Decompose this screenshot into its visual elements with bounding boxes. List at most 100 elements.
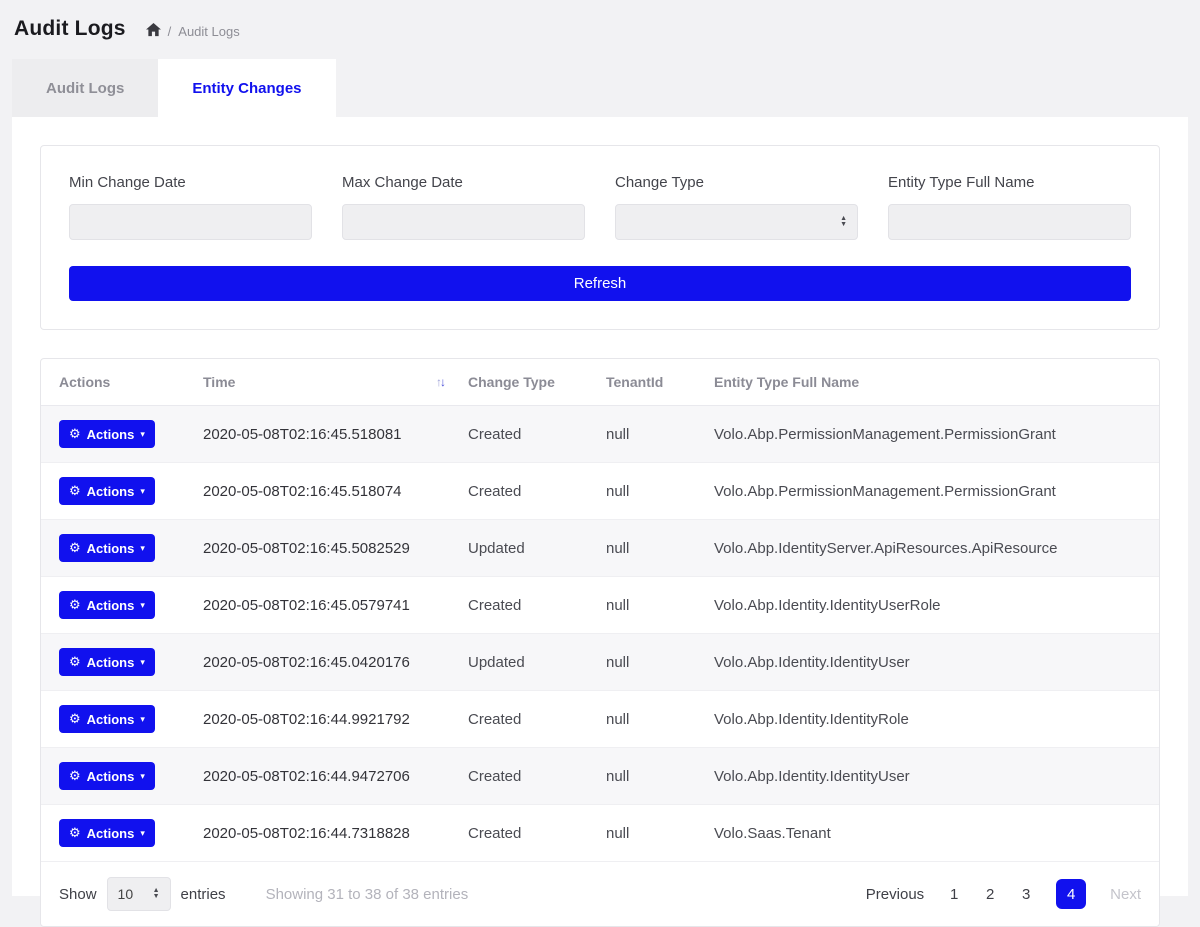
refresh-button[interactable]: Refresh bbox=[69, 266, 1131, 301]
entity-type-input[interactable] bbox=[888, 204, 1131, 240]
header-entity-type: Entity Type Full Name bbox=[702, 359, 1159, 406]
cell-actions: ⚙ Actions ▾ bbox=[41, 634, 191, 691]
caret-down-icon: ▾ bbox=[140, 486, 145, 497]
cell-change-type: Created bbox=[456, 748, 594, 805]
cell-entity-type: Volo.Saas.Tenant bbox=[702, 805, 1159, 862]
cell-actions: ⚙ Actions ▾ bbox=[41, 463, 191, 520]
arrow-down-icon: ▼ bbox=[153, 894, 160, 900]
cell-actions: ⚙ Actions ▾ bbox=[41, 748, 191, 805]
header-change-type: Change Type bbox=[456, 359, 594, 406]
table-header-row: Actions Time ↑↓ Change Type TenantId Ent… bbox=[41, 359, 1159, 406]
row-actions-button[interactable]: ⚙ Actions ▾ bbox=[59, 819, 155, 847]
min-change-date-label: Min Change Date bbox=[69, 174, 312, 191]
table-body: ⚙ Actions ▾ 2020-05-08T02:16:45.518081 C… bbox=[41, 406, 1159, 862]
row-actions-button[interactable]: ⚙ Actions ▾ bbox=[59, 762, 155, 790]
row-actions-label: Actions bbox=[87, 484, 135, 499]
row-actions-label: Actions bbox=[87, 541, 135, 556]
table-row: ⚙ Actions ▾ 2020-05-08T02:16:45.0579741 … bbox=[41, 577, 1159, 634]
show-label: Show bbox=[59, 886, 97, 903]
cell-tenant-id: null bbox=[594, 463, 702, 520]
table-row: ⚙ Actions ▾ 2020-05-08T02:16:45.0420176 … bbox=[41, 634, 1159, 691]
sort-icon[interactable]: ↑↓ bbox=[436, 375, 444, 389]
cell-time: 2020-05-08T02:16:45.5082529 bbox=[191, 520, 456, 577]
cell-actions: ⚙ Actions ▾ bbox=[41, 520, 191, 577]
pagination-page-3[interactable]: 3 bbox=[1020, 886, 1032, 903]
entity-type-label: Entity Type Full Name bbox=[888, 174, 1131, 191]
tab-bar: Audit Logs Entity Changes bbox=[12, 59, 1188, 117]
row-actions-label: Actions bbox=[87, 712, 135, 727]
caret-down-icon: ▾ bbox=[140, 429, 145, 440]
table-row: ⚙ Actions ▾ 2020-05-08T02:16:44.9472706 … bbox=[41, 748, 1159, 805]
cell-tenant-id: null bbox=[594, 805, 702, 862]
table-row: ⚙ Actions ▾ 2020-05-08T02:16:44.9921792 … bbox=[41, 691, 1159, 748]
gear-icon: ⚙ bbox=[69, 825, 81, 841]
change-type-select[interactable]: ▲ ▼ bbox=[615, 204, 858, 240]
cell-time: 2020-05-08T02:16:45.518081 bbox=[191, 406, 456, 463]
gear-icon: ⚙ bbox=[69, 654, 81, 670]
header-time[interactable]: Time ↑↓ bbox=[191, 359, 456, 406]
pagination-next[interactable]: Next bbox=[1110, 886, 1141, 903]
breadcrumb-current: Audit Logs bbox=[178, 24, 239, 39]
cell-time: 2020-05-08T02:16:44.9472706 bbox=[191, 748, 456, 805]
row-actions-button[interactable]: ⚙ Actions ▾ bbox=[59, 705, 155, 733]
select-arrows-icon: ▲ ▼ bbox=[840, 216, 847, 228]
row-actions-button[interactable]: ⚙ Actions ▾ bbox=[59, 591, 155, 619]
main-card: Min Change Date Max Change Date Change T… bbox=[12, 117, 1188, 896]
cell-entity-type: Volo.Abp.Identity.IdentityUser bbox=[702, 634, 1159, 691]
gear-icon: ⚙ bbox=[69, 426, 81, 442]
tab-entity-changes-label: Entity Changes bbox=[192, 80, 301, 97]
cell-tenant-id: null bbox=[594, 691, 702, 748]
select-arrows-icon: ▲ ▼ bbox=[153, 888, 160, 900]
cell-entity-type: Volo.Abp.PermissionManagement.Permission… bbox=[702, 406, 1159, 463]
entries-label: entries bbox=[181, 886, 226, 903]
pagination-page-4[interactable]: 4 bbox=[1056, 879, 1086, 909]
min-change-date-input[interactable] bbox=[69, 204, 312, 240]
gear-icon: ⚙ bbox=[69, 597, 81, 613]
filter-panel: Min Change Date Max Change Date Change T… bbox=[40, 145, 1160, 330]
cell-tenant-id: null bbox=[594, 748, 702, 805]
header-time-label: Time bbox=[203, 374, 235, 390]
pagination-previous[interactable]: Previous bbox=[866, 886, 924, 903]
cell-actions: ⚙ Actions ▾ bbox=[41, 805, 191, 862]
cell-change-type: Updated bbox=[456, 520, 594, 577]
cell-change-type: Created bbox=[456, 406, 594, 463]
showing-entries-text: Showing 31 to 38 of 38 entries bbox=[266, 886, 469, 903]
gear-icon: ⚙ bbox=[69, 768, 81, 784]
cell-tenant-id: null bbox=[594, 406, 702, 463]
pagination: Previous 1 2 3 4 Next bbox=[866, 879, 1141, 909]
table-footer: Show 10 ▲ ▼ entries Showing 31 to 38 of … bbox=[41, 862, 1159, 926]
row-actions-button[interactable]: ⚙ Actions ▾ bbox=[59, 534, 155, 562]
caret-down-icon: ▾ bbox=[140, 828, 145, 839]
home-icon[interactable] bbox=[146, 23, 161, 37]
row-actions-button[interactable]: ⚙ Actions ▾ bbox=[59, 477, 155, 505]
cell-tenant-id: null bbox=[594, 520, 702, 577]
pagination-page-1[interactable]: 1 bbox=[948, 886, 960, 903]
entity-changes-table: Actions Time ↑↓ Change Type TenantId Ent… bbox=[41, 359, 1159, 862]
breadcrumb: / Audit Logs bbox=[146, 24, 240, 39]
cell-actions: ⚙ Actions ▾ bbox=[41, 691, 191, 748]
gear-icon: ⚙ bbox=[69, 711, 81, 727]
arrow-down-icon: ▼ bbox=[840, 222, 847, 228]
gear-icon: ⚙ bbox=[69, 483, 81, 499]
tab-audit-logs-label: Audit Logs bbox=[46, 80, 124, 97]
entity-changes-table-card: Actions Time ↑↓ Change Type TenantId Ent… bbox=[40, 358, 1160, 927]
row-actions-button[interactable]: ⚙ Actions ▾ bbox=[59, 648, 155, 676]
cell-time: 2020-05-08T02:16:44.9921792 bbox=[191, 691, 456, 748]
pagination-page-2[interactable]: 2 bbox=[984, 886, 996, 903]
cell-time: 2020-05-08T02:16:45.518074 bbox=[191, 463, 456, 520]
max-change-date-input[interactable] bbox=[342, 204, 585, 240]
cell-tenant-id: null bbox=[594, 577, 702, 634]
tab-entity-changes[interactable]: Entity Changes bbox=[158, 59, 335, 117]
cell-change-type: Created bbox=[456, 805, 594, 862]
cell-actions: ⚙ Actions ▾ bbox=[41, 406, 191, 463]
cell-entity-type: Volo.Abp.Identity.IdentityRole bbox=[702, 691, 1159, 748]
row-actions-button[interactable]: ⚙ Actions ▾ bbox=[59, 420, 155, 448]
row-actions-label: Actions bbox=[87, 769, 135, 784]
caret-down-icon: ▾ bbox=[140, 543, 145, 554]
table-row: ⚙ Actions ▾ 2020-05-08T02:16:45.518081 C… bbox=[41, 406, 1159, 463]
tab-audit-logs[interactable]: Audit Logs bbox=[12, 59, 158, 117]
page-size-select[interactable]: 10 ▲ ▼ bbox=[107, 877, 171, 911]
table-row: ⚙ Actions ▾ 2020-05-08T02:16:45.518074 C… bbox=[41, 463, 1159, 520]
page-size-value: 10 bbox=[118, 886, 134, 902]
cell-change-type: Created bbox=[456, 577, 594, 634]
